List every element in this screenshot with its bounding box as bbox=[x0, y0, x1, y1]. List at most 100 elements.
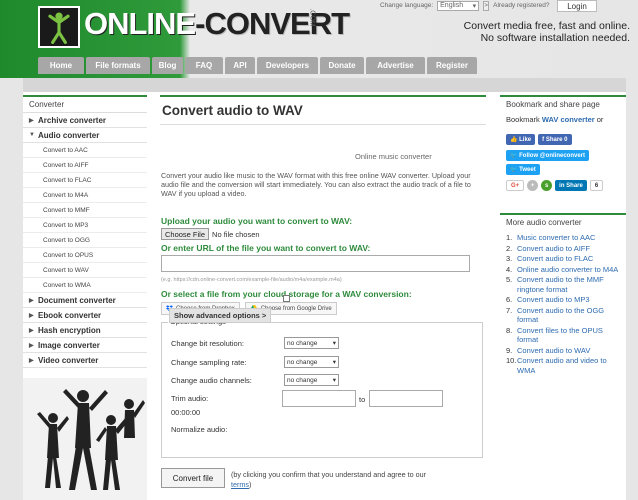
language-go-button[interactable]: > bbox=[483, 0, 490, 11]
chevron-down-icon: ▼ bbox=[29, 132, 35, 138]
tagline-line-1: Convert media free, fast and online. bbox=[463, 20, 630, 32]
bookmark-title: Bookmark and share page bbox=[506, 100, 600, 109]
nav-faq[interactable]: FAQ bbox=[185, 57, 223, 74]
sidebar-item-image-converter[interactable]: ▶ Image converter bbox=[23, 338, 147, 353]
more-audio-converter-title: More audio converter bbox=[506, 218, 582, 227]
list-item[interactable]: 1. Music converter to AAC bbox=[506, 233, 626, 243]
logo-icon[interactable] bbox=[38, 6, 80, 48]
chevron-right-icon: ▶ bbox=[29, 297, 34, 304]
sidebar-item-ebook-converter[interactable]: ▶ Ebook converter bbox=[23, 308, 147, 323]
sidebar-subitem-wma[interactable]: Convert to WMA bbox=[23, 278, 147, 293]
list-item[interactable]: 9. Convert audio to WAV bbox=[506, 346, 626, 356]
sidebar: Converter ▶ Archive converter ▼ Audio co… bbox=[23, 95, 147, 368]
list-item[interactable]: 8. Convert files to the OPUS format bbox=[506, 326, 626, 345]
terms-link[interactable]: terms bbox=[231, 480, 249, 489]
chevron-down-icon: ▾ bbox=[332, 377, 336, 384]
already-registered-label: Already registered? bbox=[493, 2, 550, 9]
dancers-illustration bbox=[23, 378, 147, 500]
bit-resolution-select[interactable]: no change ▾ bbox=[284, 337, 339, 349]
tweet-label: Tweet bbox=[519, 166, 536, 173]
url-heading: Or enter URL of the file you want to con… bbox=[161, 243, 371, 253]
convert-note: (by clicking you confirm that you unders… bbox=[231, 470, 441, 489]
list-item[interactable]: 2. Convert audio to AIFF bbox=[506, 244, 626, 254]
bookmark-suffix: or bbox=[596, 115, 604, 124]
google-plus-button[interactable]: G+ bbox=[506, 180, 525, 191]
google-plus-label: G+ bbox=[511, 182, 520, 189]
page-top-band bbox=[23, 78, 626, 92]
convert-file-button[interactable]: Convert file bbox=[161, 468, 225, 488]
facebook-share-label: Share 0 bbox=[545, 136, 568, 143]
sidebar-subitem-m4a[interactable]: Convert to M4A bbox=[23, 188, 147, 203]
twitter-follow-button[interactable]: 🐦 Follow @onlineconvert bbox=[506, 150, 589, 161]
sidebar-subitem-mp3[interactable]: Convert to MP3 bbox=[23, 218, 147, 233]
intro-text: Convert your audio like music to the WAV… bbox=[161, 171, 471, 198]
sidebar-subitem-opus[interactable]: Convert to OPUS bbox=[23, 248, 147, 263]
list-item[interactable]: 4. Online audio converter to M4A bbox=[506, 265, 626, 275]
normalize-audio-label: Normalize audio: bbox=[171, 425, 228, 434]
sidebar-item-label: Document converter bbox=[38, 295, 116, 305]
sidebar-item-label: Hash encryption bbox=[38, 325, 101, 335]
sidebar-item-audio-converter[interactable]: ▼ Audio converter bbox=[23, 128, 147, 143]
sidebar-item-label: Audio converter bbox=[38, 130, 100, 140]
nav-register[interactable]: Register bbox=[427, 57, 477, 74]
facebook-like-label: Like bbox=[519, 136, 532, 143]
nav-advertise[interactable]: Advertise bbox=[366, 57, 425, 74]
url-input[interactable] bbox=[161, 255, 470, 272]
stumbleupon-icon[interactable]: s bbox=[541, 180, 553, 191]
facebook-like-button[interactable]: 👍 Like bbox=[506, 134, 536, 145]
nav-file-formats[interactable]: File formats bbox=[86, 57, 150, 74]
linkedin-share-label: Share bbox=[566, 182, 583, 189]
choose-file-button[interactable]: Choose File bbox=[161, 228, 210, 240]
normalize-audio-checkbox[interactable] bbox=[283, 295, 290, 302]
list-item[interactable]: 3. Convert audio to FLAC bbox=[506, 254, 626, 264]
linkedin-icon: in bbox=[559, 182, 567, 189]
nav-api[interactable]: API bbox=[225, 57, 255, 74]
sidebar-item-document-converter[interactable]: ▶ Document converter bbox=[23, 293, 147, 308]
sidebar-item-video-converter[interactable]: ▶ Video converter bbox=[23, 353, 147, 368]
logo-com-suffix: .COM bbox=[308, 8, 316, 27]
tweet-button[interactable]: 🐦 Tweet bbox=[506, 164, 540, 175]
sidebar-item-archive-converter[interactable]: ▶ Archive converter bbox=[23, 113, 147, 128]
facebook-share-button[interactable]: f Share 0 bbox=[538, 134, 572, 145]
login-button[interactable]: Login bbox=[557, 0, 597, 12]
sidebar-subitem-mmf[interactable]: Convert to MMF bbox=[23, 203, 147, 218]
audio-channels-select[interactable]: no change ▾ bbox=[284, 374, 339, 386]
nav-blog[interactable]: Blog bbox=[152, 57, 183, 74]
sidebar-subitem-aac[interactable]: Convert to AAC bbox=[23, 143, 147, 158]
convert-note-text: (by clicking you confirm that you unders… bbox=[231, 470, 426, 479]
no-file-text: No file chosen bbox=[212, 229, 260, 239]
sidebar-item-hash-encryption[interactable]: ▶ Hash encryption bbox=[23, 323, 147, 338]
chevron-down-icon: ▾ bbox=[332, 359, 336, 366]
bookmark-box: Bookmark and share page Bookmark WAV con… bbox=[500, 95, 626, 128]
list-item[interactable]: 6. Convert audio to MP3 bbox=[506, 295, 626, 305]
language-select[interactable]: English ▾ bbox=[437, 0, 480, 11]
share-icon[interactable]: + bbox=[527, 180, 539, 191]
trim-end-input[interactable] bbox=[369, 390, 443, 407]
sidebar-subitem-wav[interactable]: Convert to WAV bbox=[23, 263, 147, 278]
trim-start-time: 00:00:00 bbox=[171, 408, 201, 417]
convert-note-end: ) bbox=[248, 479, 252, 489]
list-item[interactable]: 10. Convert audio and video to WMA bbox=[506, 356, 626, 375]
show-advanced-options-button[interactable]: Show advanced options > bbox=[169, 308, 272, 323]
nav-home[interactable]: Home bbox=[38, 57, 84, 74]
list-item[interactable]: 5. Convert audio to the MMF ringtone form… bbox=[506, 275, 626, 294]
twitter-icon: 🐦 bbox=[510, 167, 520, 173]
sidebar-subitem-aiff[interactable]: Convert to AIFF bbox=[23, 158, 147, 173]
bookmark-bold[interactable]: WAV converter bbox=[542, 115, 595, 124]
logo-part-online: ONLINE bbox=[84, 6, 196, 41]
twitter-icon: 🐦 bbox=[510, 153, 520, 159]
chevron-down-icon: ▾ bbox=[472, 2, 477, 10]
main-nav: Home File formats Blog FAQ API Developer… bbox=[38, 57, 477, 74]
chevron-right-icon: ▶ bbox=[29, 312, 34, 319]
trim-start-input[interactable] bbox=[282, 390, 356, 407]
sidebar-subitem-ogg[interactable]: Convert to OGG bbox=[23, 233, 147, 248]
sidebar-item-label: Archive converter bbox=[38, 115, 107, 125]
list-item[interactable]: 7. Convert audio to the OGG format bbox=[506, 306, 626, 325]
sampling-rate-select[interactable]: no change ▾ bbox=[284, 356, 339, 368]
chevron-right-icon: ▶ bbox=[29, 357, 34, 364]
nav-developers[interactable]: Developers bbox=[257, 57, 318, 74]
nav-donate[interactable]: Donate bbox=[320, 57, 364, 74]
sidebar-subitem-flac[interactable]: Convert to FLAC bbox=[23, 173, 147, 188]
main-content: Convert audio to WAV Online music conver… bbox=[160, 95, 486, 489]
linkedin-share-button[interactable]: in Share bbox=[555, 180, 587, 191]
